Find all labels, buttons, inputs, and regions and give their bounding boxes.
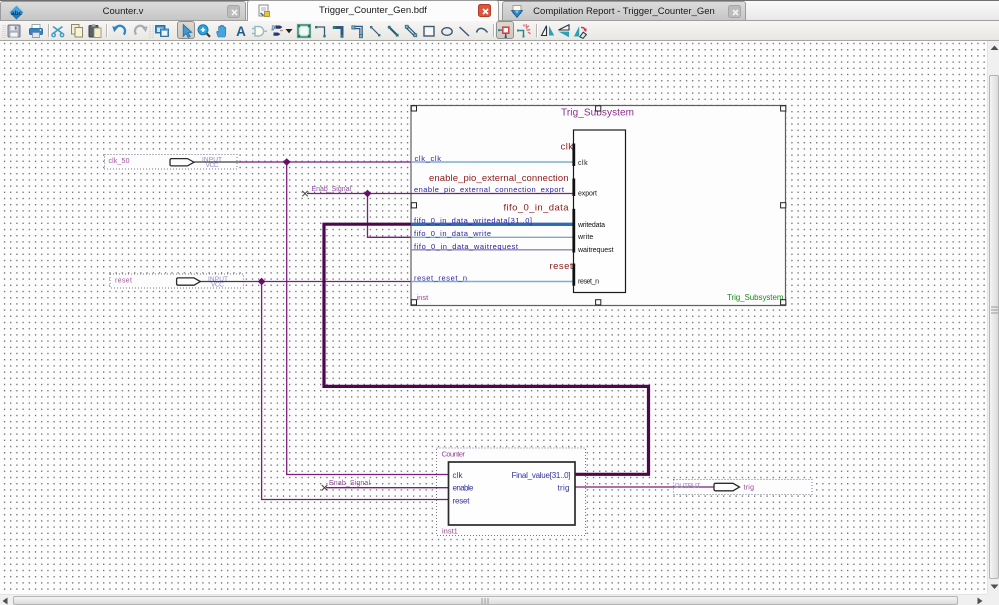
svg-text:writedata: writedata [577, 222, 605, 229]
svg-text:write: write [577, 234, 593, 241]
svg-text:VCC: VCC [206, 162, 219, 169]
svg-text:reset: reset [550, 261, 573, 272]
svg-text:clk_clk: clk_clk [415, 154, 442, 163]
svg-text:clk: clk [453, 471, 464, 480]
svg-text:reset: reset [115, 278, 132, 285]
svg-text:inst: inst [417, 293, 430, 302]
svg-text:enable_pio_external_connection: enable_pio_external_connection_export [414, 185, 565, 194]
svg-text:clk: clk [578, 160, 588, 167]
svg-text:reset_n: reset_n [578, 279, 599, 286]
svg-text:Counter: Counter [442, 449, 466, 458]
svg-text:A: A [236, 24, 246, 39]
svg-text:clk: clk [561, 142, 574, 153]
svg-text:enable: enable [453, 484, 475, 493]
svg-text:trig: trig [558, 484, 570, 493]
svg-text:export: export [578, 191, 597, 198]
svg-text:fifo_0_in_data_write: fifo_0_in_data_write [414, 229, 491, 238]
svg-text:reset_reset_n: reset_reset_n [414, 273, 467, 282]
svg-text:Enab_Signal: Enab_Signal [312, 186, 352, 193]
svg-text:OUTPUT: OUTPUT [675, 483, 701, 490]
svg-text:fifo_0_in_data_writedata[31..0: fifo_0_in_data_writedata[31..0] [414, 216, 532, 225]
svg-text:Enab_Signal: Enab_Signal [329, 480, 370, 487]
svg-text:Final_value[31..0]: Final_value[31..0] [512, 471, 571, 480]
svg-text:enable_pio_external_connection: enable_pio_external_connection [429, 173, 569, 184]
svg-text:clk_50: clk_50 [109, 158, 130, 165]
svg-text:trig: trig [744, 484, 755, 491]
svg-text:Trig_Subsystem: Trig_Subsystem [727, 293, 784, 302]
svg-text:reset: reset [453, 496, 471, 505]
svg-text:fifo_0_in_data_waitrequest: fifo_0_in_data_waitrequest [414, 242, 519, 251]
svg-text:D: D [272, 26, 276, 32]
svg-text:waitrequest: waitrequest [577, 247, 614, 254]
svg-text:VCC: VCC [211, 282, 224, 289]
svg-text:inst1: inst1 [442, 527, 458, 536]
svg-text:fifo_0_in_data: fifo_0_in_data [504, 203, 570, 214]
